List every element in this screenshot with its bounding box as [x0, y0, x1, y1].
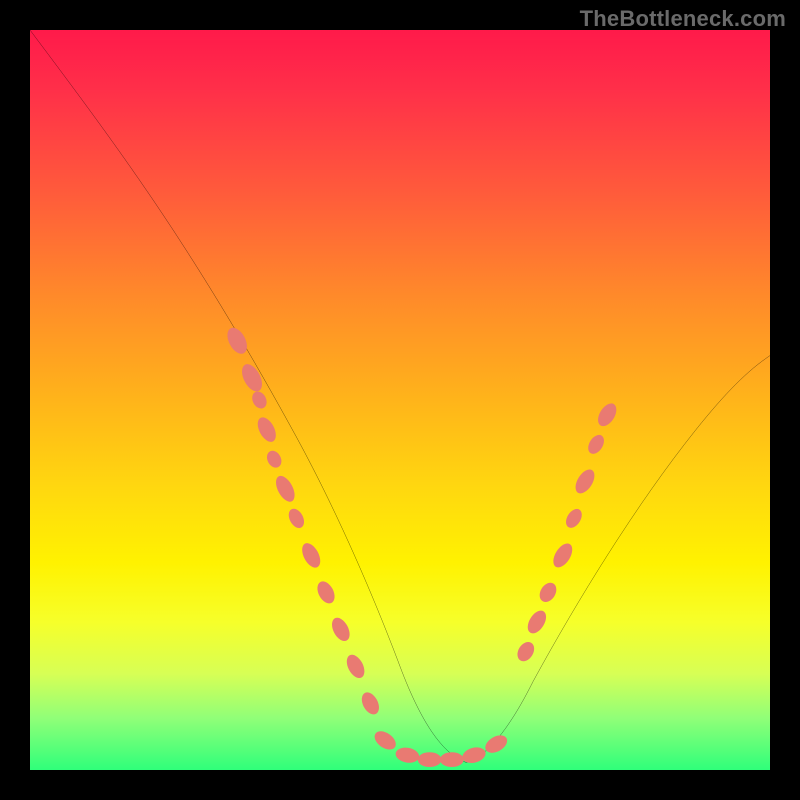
watermark-text: TheBottleneck.com	[580, 6, 786, 32]
dot-cluster-left	[223, 325, 382, 718]
plot-area	[30, 30, 770, 770]
dot-cluster-bottom	[371, 728, 510, 767]
bottleneck-curve	[30, 30, 770, 763]
dot-cluster-right	[514, 400, 620, 664]
chart-frame: TheBottleneck.com	[0, 0, 800, 800]
chart-svg	[30, 30, 770, 770]
